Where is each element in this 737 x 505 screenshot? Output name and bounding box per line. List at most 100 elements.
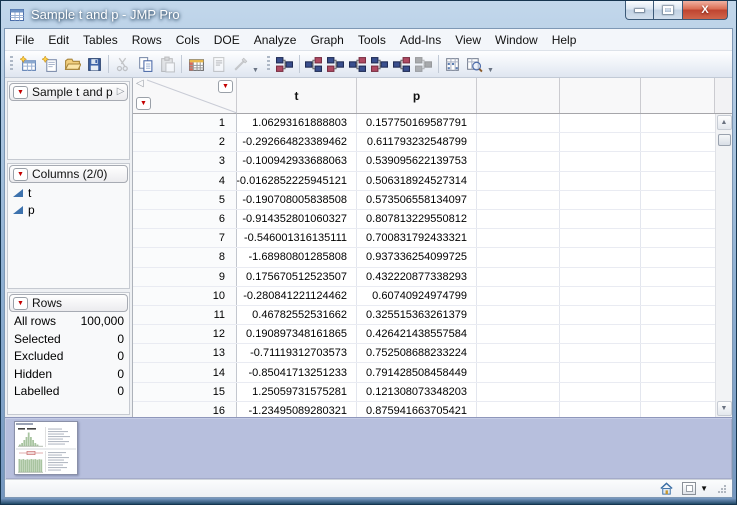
menu-window[interactable]: Window [488,30,545,50]
menu-tables[interactable]: Tables [76,30,125,50]
platform-4-button[interactable] [347,53,369,75]
cell-p[interactable]: 0.875941663705421 [357,401,477,417]
save-file-button[interactable] [83,53,105,75]
collapse-left-icon[interactable]: ◁ [136,79,144,89]
cell-p[interactable]: 0.121308073348203 [357,382,477,401]
cell-p[interactable]: 0.60740924974799 [357,286,477,305]
jmp-window: Sample t and p - JMP Pro X File Edit Table… [0,0,737,505]
grid-corner-cell[interactable]: ◁ ▼ ▼ [133,78,238,114]
menu-edit[interactable]: Edit [41,30,76,50]
data-table-grid-button[interactable] [185,53,207,75]
cell-t[interactable]: -1.23495089280321 [237,401,357,417]
maximize-button[interactable] [654,1,683,20]
rows-stat-labelled[interactable]: Labelled 0 [8,383,129,401]
cell-t[interactable]: 0.46782552531662 [237,305,357,325]
new-data-table-button[interactable] [17,53,39,75]
menu-graph[interactable]: Graph [303,30,350,50]
menu-analyze[interactable]: Analyze [247,30,304,50]
scrollbar-thumb[interactable] [717,134,731,146]
menu-cols[interactable]: Cols [169,30,207,50]
row-number-cell[interactable]: 12 [133,325,237,344]
platform-5-icon [371,56,389,72]
toolbar-overflow-icon[interactable]: ▼ [487,67,494,74]
cell-t[interactable]: -1.68980801285808 [237,248,357,267]
stat-label: Selected [14,331,61,346]
new-journal-button[interactable] [39,53,61,75]
home-button[interactable] [659,481,674,496]
row-number-cell[interactable]: 10 [133,286,237,305]
minimize-button[interactable] [625,1,654,20]
row-number-cell[interactable]: 11 [133,305,237,325]
cell-p[interactable]: 0.432220877338293 [357,267,477,286]
empty-column-header[interactable] [641,78,715,113]
menu-view[interactable]: View [448,30,488,50]
toolbar-overflow-icon[interactable]: ▼ [252,67,259,74]
toolbar-group-1: ▼ [6,52,263,77]
open-file-button[interactable] [61,53,83,75]
close-button[interactable]: X [683,1,728,20]
scroll-down-button[interactable]: ▼ [716,401,732,416]
cell-t[interactable]: -0.71119312703573 [237,344,357,363]
row-number-cell[interactable]: 7 [133,229,237,248]
red-triangle-menu-icon[interactable]: ▼ [13,167,28,181]
platform-6-button[interactable] [391,53,413,75]
columns-viewer-button[interactable] [442,53,464,75]
cell-p[interactable]: 0.752508688233224 [357,344,477,363]
collapse-right-icon[interactable]: ▷ [117,87,125,97]
red-triangle-menu-icon[interactable]: ▼ [13,296,28,310]
resize-grip[interactable] [716,483,727,494]
row-number-cell[interactable]: 15 [133,382,237,401]
platform-3-button[interactable] [325,53,347,75]
row-number-cell[interactable]: 9 [133,267,237,286]
rows-stat-allrows[interactable]: All rows 100,000 [8,313,129,331]
table-panel-header: ▼ Sample t and p ▷ [9,83,128,101]
platform-5-button[interactable] [369,53,391,75]
empty-cell [641,325,715,343]
cell-p[interactable]: 0.937336254099725 [357,248,477,267]
cell-p[interactable]: 0.426421438557584 [357,325,477,344]
rows-stat-excluded[interactable]: Excluded 0 [8,348,129,366]
row-number-cell[interactable]: 16 [133,401,237,417]
cell-p[interactable]: 0.700831792433321 [357,229,477,248]
columns-menu-icon[interactable]: ▼ [218,80,233,93]
dropdown-arrow-icon: ▼ [700,483,708,493]
cell-t[interactable]: -0.280841221124462 [237,286,357,305]
row-number-cell[interactable]: 8 [133,248,237,267]
platform-2-button[interactable] [303,53,325,75]
cut-icon [116,57,128,71]
empty-cell [641,210,715,228]
copy-button[interactable] [134,53,156,75]
vertical-scrollbar[interactable]: ▲ ▼ [715,114,732,417]
cell-t[interactable]: -0.85041713251233 [237,363,357,382]
report-thumbnail[interactable] [14,421,78,475]
empty-column-header[interactable] [560,78,641,113]
platform-1-button[interactable] [274,53,296,75]
window-selector-button[interactable]: ▼ [682,482,708,495]
red-triangle-menu-icon[interactable]: ▼ [13,85,28,99]
menu-doe[interactable]: DOE [207,30,247,50]
menu-help[interactable]: Help [545,30,584,50]
empty-column-header[interactable] [477,78,560,113]
search-table-button[interactable] [464,53,486,75]
rows-stat-selected[interactable]: Selected 0 [8,331,129,349]
scroll-up-button[interactable]: ▲ [716,115,732,130]
menu-rows[interactable]: Rows [125,30,169,50]
cell-p[interactable]: 0.325515363261379 [357,305,477,325]
cell-p[interactable]: 0.791428508458449 [357,363,477,382]
menu-file[interactable]: File [8,30,41,50]
cell-t[interactable]: -0.546001316135111 [237,229,357,248]
rows-menu-icon[interactable]: ▼ [136,97,151,110]
cell-t[interactable]: 1.25059731575281 [237,382,357,401]
row-number-cell[interactable]: 14 [133,363,237,382]
rows-stat-hidden[interactable]: Hidden 0 [8,366,129,384]
menu-addins[interactable]: Add-Ins [393,30,448,50]
cell-t[interactable]: 0.175670512523507 [237,267,357,286]
column-item-t[interactable]: t [8,184,129,201]
toolbar-grip[interactable] [266,56,270,72]
row-number-cell[interactable]: 13 [133,344,237,363]
cell-t[interactable]: 0.190897348161865 [237,325,357,344]
menu-tools[interactable]: Tools [351,30,393,50]
column-item-p[interactable]: p [8,201,129,218]
empty-cell [477,152,560,171]
toolbar-grip[interactable] [10,56,13,72]
